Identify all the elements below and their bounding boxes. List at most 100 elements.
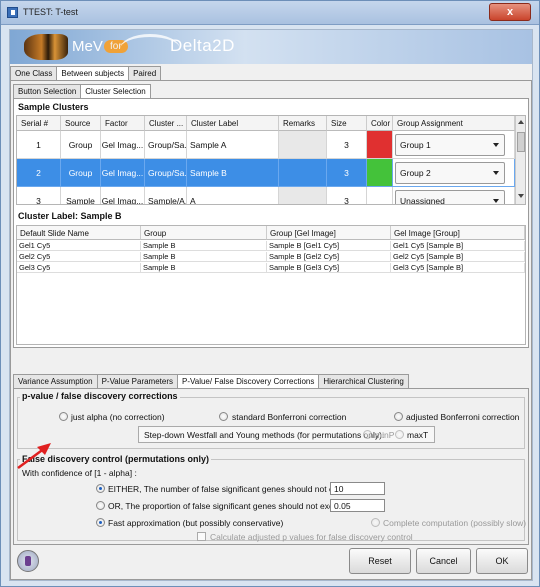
group-assignment-dropdown[interactable]: Group 2 [395, 162, 505, 184]
false-proportion-input[interactable]: 0.05 [330, 499, 385, 512]
reset-button[interactable]: Reset [349, 548, 411, 574]
tab-hierarchical-clustering[interactable]: Hierarchical Clustering [318, 374, 409, 388]
cell-remarks[interactable] [279, 187, 327, 204]
cell-source: Sample [61, 187, 101, 204]
annotation-arrow-icon [17, 443, 51, 470]
col-header-remarks[interactable]: Remarks [279, 116, 327, 131]
standard-bonferroni-radio[interactable] [219, 412, 228, 421]
scroll-thumb[interactable] [517, 132, 525, 152]
tab-paired[interactable]: Paired [128, 66, 162, 80]
tab-one-class[interactable]: One Class [10, 66, 58, 80]
col-header-color[interactable]: Color [367, 116, 393, 131]
table-row[interactable]: 3 Sample Gel Imag... Sample/A... A 3 Una… [17, 187, 515, 205]
group-assignment-dropdown[interactable]: Unassigned [395, 190, 505, 205]
col-header-group-assignment[interactable]: Group Assignment [393, 116, 515, 131]
clusters-scrollbar[interactable] [515, 116, 525, 204]
col-header-serial[interactable]: Serial # [17, 116, 61, 131]
info-icon[interactable] [17, 550, 39, 572]
col-header-cluster[interactable]: Cluster ... [145, 116, 187, 131]
or-label: OR, The proportion of false significant … [108, 501, 348, 511]
col-header-factor[interactable]: Factor [101, 116, 145, 131]
scroll-up-icon[interactable] [518, 120, 524, 124]
fast-approximation-label: Fast approximation (but possibly conserv… [108, 518, 284, 528]
scroll-down-icon[interactable] [518, 194, 524, 198]
tab-cluster-selection[interactable]: Cluster Selection [80, 84, 151, 99]
calc-adjusted-checkbox[interactable] [197, 532, 206, 541]
cell-group: Sample B [141, 263, 267, 273]
col-header-gel-image-group[interactable]: Gel Image [Group] [391, 226, 525, 240]
delta2d-logo-text: Delta2D [170, 36, 235, 55]
maxt-radio[interactable] [395, 430, 404, 439]
selection-tabs: Button Selection Cluster Selection [13, 84, 151, 99]
max-false-genes-input[interactable]: 10 [330, 482, 385, 495]
cell-slide-name: Gel3 Cy5 [17, 263, 141, 273]
cell-size: 3 [327, 159, 367, 187]
cell-cluster-label: Sample A [187, 131, 279, 159]
cell-remarks[interactable] [279, 131, 327, 159]
cell-color-swatch [367, 159, 393, 187]
or-radio[interactable] [96, 501, 105, 510]
just-alpha-radio[interactable] [59, 412, 68, 421]
cell-cluster: Group/Sa... [145, 159, 187, 187]
minp-label: minP [375, 430, 395, 440]
tab-variance-assumption[interactable]: Variance Assumption [13, 374, 98, 388]
cancel-button[interactable]: Cancel [416, 548, 471, 574]
cell-cluster: Sample/A... [145, 187, 187, 204]
cell-size: 3 [327, 131, 367, 159]
dropdown-arrow-icon [493, 199, 499, 203]
fast-approximation-radio[interactable] [96, 518, 105, 527]
tiger-logo-icon [24, 34, 68, 60]
cell-remarks[interactable] [279, 159, 327, 187]
mev-logo-text: MeV [72, 38, 103, 55]
cell-serial: 1 [17, 131, 61, 159]
group-assignment-dropdown[interactable]: Group 1 [395, 134, 505, 156]
ok-button[interactable]: OK [476, 548, 528, 574]
tab-fdr-corrections[interactable]: P-Value/ False Discovery Corrections [177, 374, 320, 389]
cluster-selection-panel: Sample Clusters Serial # Source Factor C… [13, 98, 529, 348]
cell-serial: 3 [17, 187, 61, 204]
banner: MeV for Delta2D [10, 30, 532, 64]
corrections-panel: p-value / false discovery corrections ju… [13, 388, 529, 545]
table-row[interactable]: 1 Group Gel Imag... Group/Sa... Sample A… [17, 131, 515, 159]
col-header-group-gel-image[interactable]: Group [Gel Image] [267, 226, 391, 240]
table-row-selected[interactable]: 2 Group Gel Imag... Group/Sa... Sample B… [17, 159, 515, 187]
dialog-content: MeV for Delta2D One Class Between subjec… [9, 29, 533, 581]
dropdown-value: Group 2 [400, 168, 431, 178]
dropdown-value: Group 1 [400, 140, 431, 150]
cell-group-gel-image: Sample B [Gel1 Cy5] [267, 241, 391, 251]
dialog-window: TTEST: T-test x MeV for Delta2D One Clas… [0, 0, 540, 587]
maxt-label: maxT [407, 430, 429, 440]
col-header-cluster-label[interactable]: Cluster Label [187, 116, 279, 131]
cell-factor: Gel Imag... [101, 187, 145, 204]
tab-button-selection[interactable]: Button Selection [13, 84, 82, 98]
complete-computation-label: Complete computation (possibly slow) [383, 518, 527, 528]
calc-adjusted-label: Calculate adjusted p values for false di… [210, 532, 413, 542]
cluster-members-table: Default Slide Name Group Group [Gel Imag… [16, 225, 526, 345]
col-header-source[interactable]: Source [61, 116, 101, 131]
just-alpha-label: just alpha (no correction) [71, 412, 165, 422]
cell-factor: Gel Imag... [101, 131, 145, 159]
tab-between-subjects[interactable]: Between subjects [56, 66, 130, 81]
sample-clusters-table: Serial # Source Factor Cluster ... Clust… [16, 115, 526, 205]
col-header-group[interactable]: Group [141, 226, 267, 240]
tab-pvalue-parameters[interactable]: P-Value Parameters [96, 374, 178, 388]
minp-radio[interactable] [363, 430, 372, 439]
adjusted-bonferroni-radio[interactable] [394, 412, 403, 421]
col-header-size[interactable]: Size [327, 116, 367, 131]
complete-computation-radio[interactable] [371, 518, 380, 527]
cell-source: Group [61, 159, 101, 187]
sample-clusters-title: Sample Clusters [18, 102, 89, 112]
cell-slide-name: Gel2 Cy5 [17, 252, 141, 262]
either-radio[interactable] [96, 484, 105, 493]
dropdown-value: Unassigned [400, 196, 445, 205]
cell-group-assignment: Unassigned [393, 187, 515, 205]
cell-group-assignment: Group 2 [393, 159, 515, 187]
close-button[interactable]: x [489, 3, 531, 21]
cell-group-gel-image: Sample B [Gel3 Cy5] [267, 263, 391, 273]
cell-cluster-label: A [187, 187, 279, 204]
col-header-slide-name[interactable]: Default Slide Name [17, 226, 141, 240]
cell-serial: 2 [17, 159, 61, 187]
cell-group-gel-image: Sample B [Gel2 Cy5] [267, 252, 391, 262]
between-subjects-panel: Button Selection Cluster Selection Sampl… [10, 80, 532, 580]
app-icon [7, 7, 18, 18]
